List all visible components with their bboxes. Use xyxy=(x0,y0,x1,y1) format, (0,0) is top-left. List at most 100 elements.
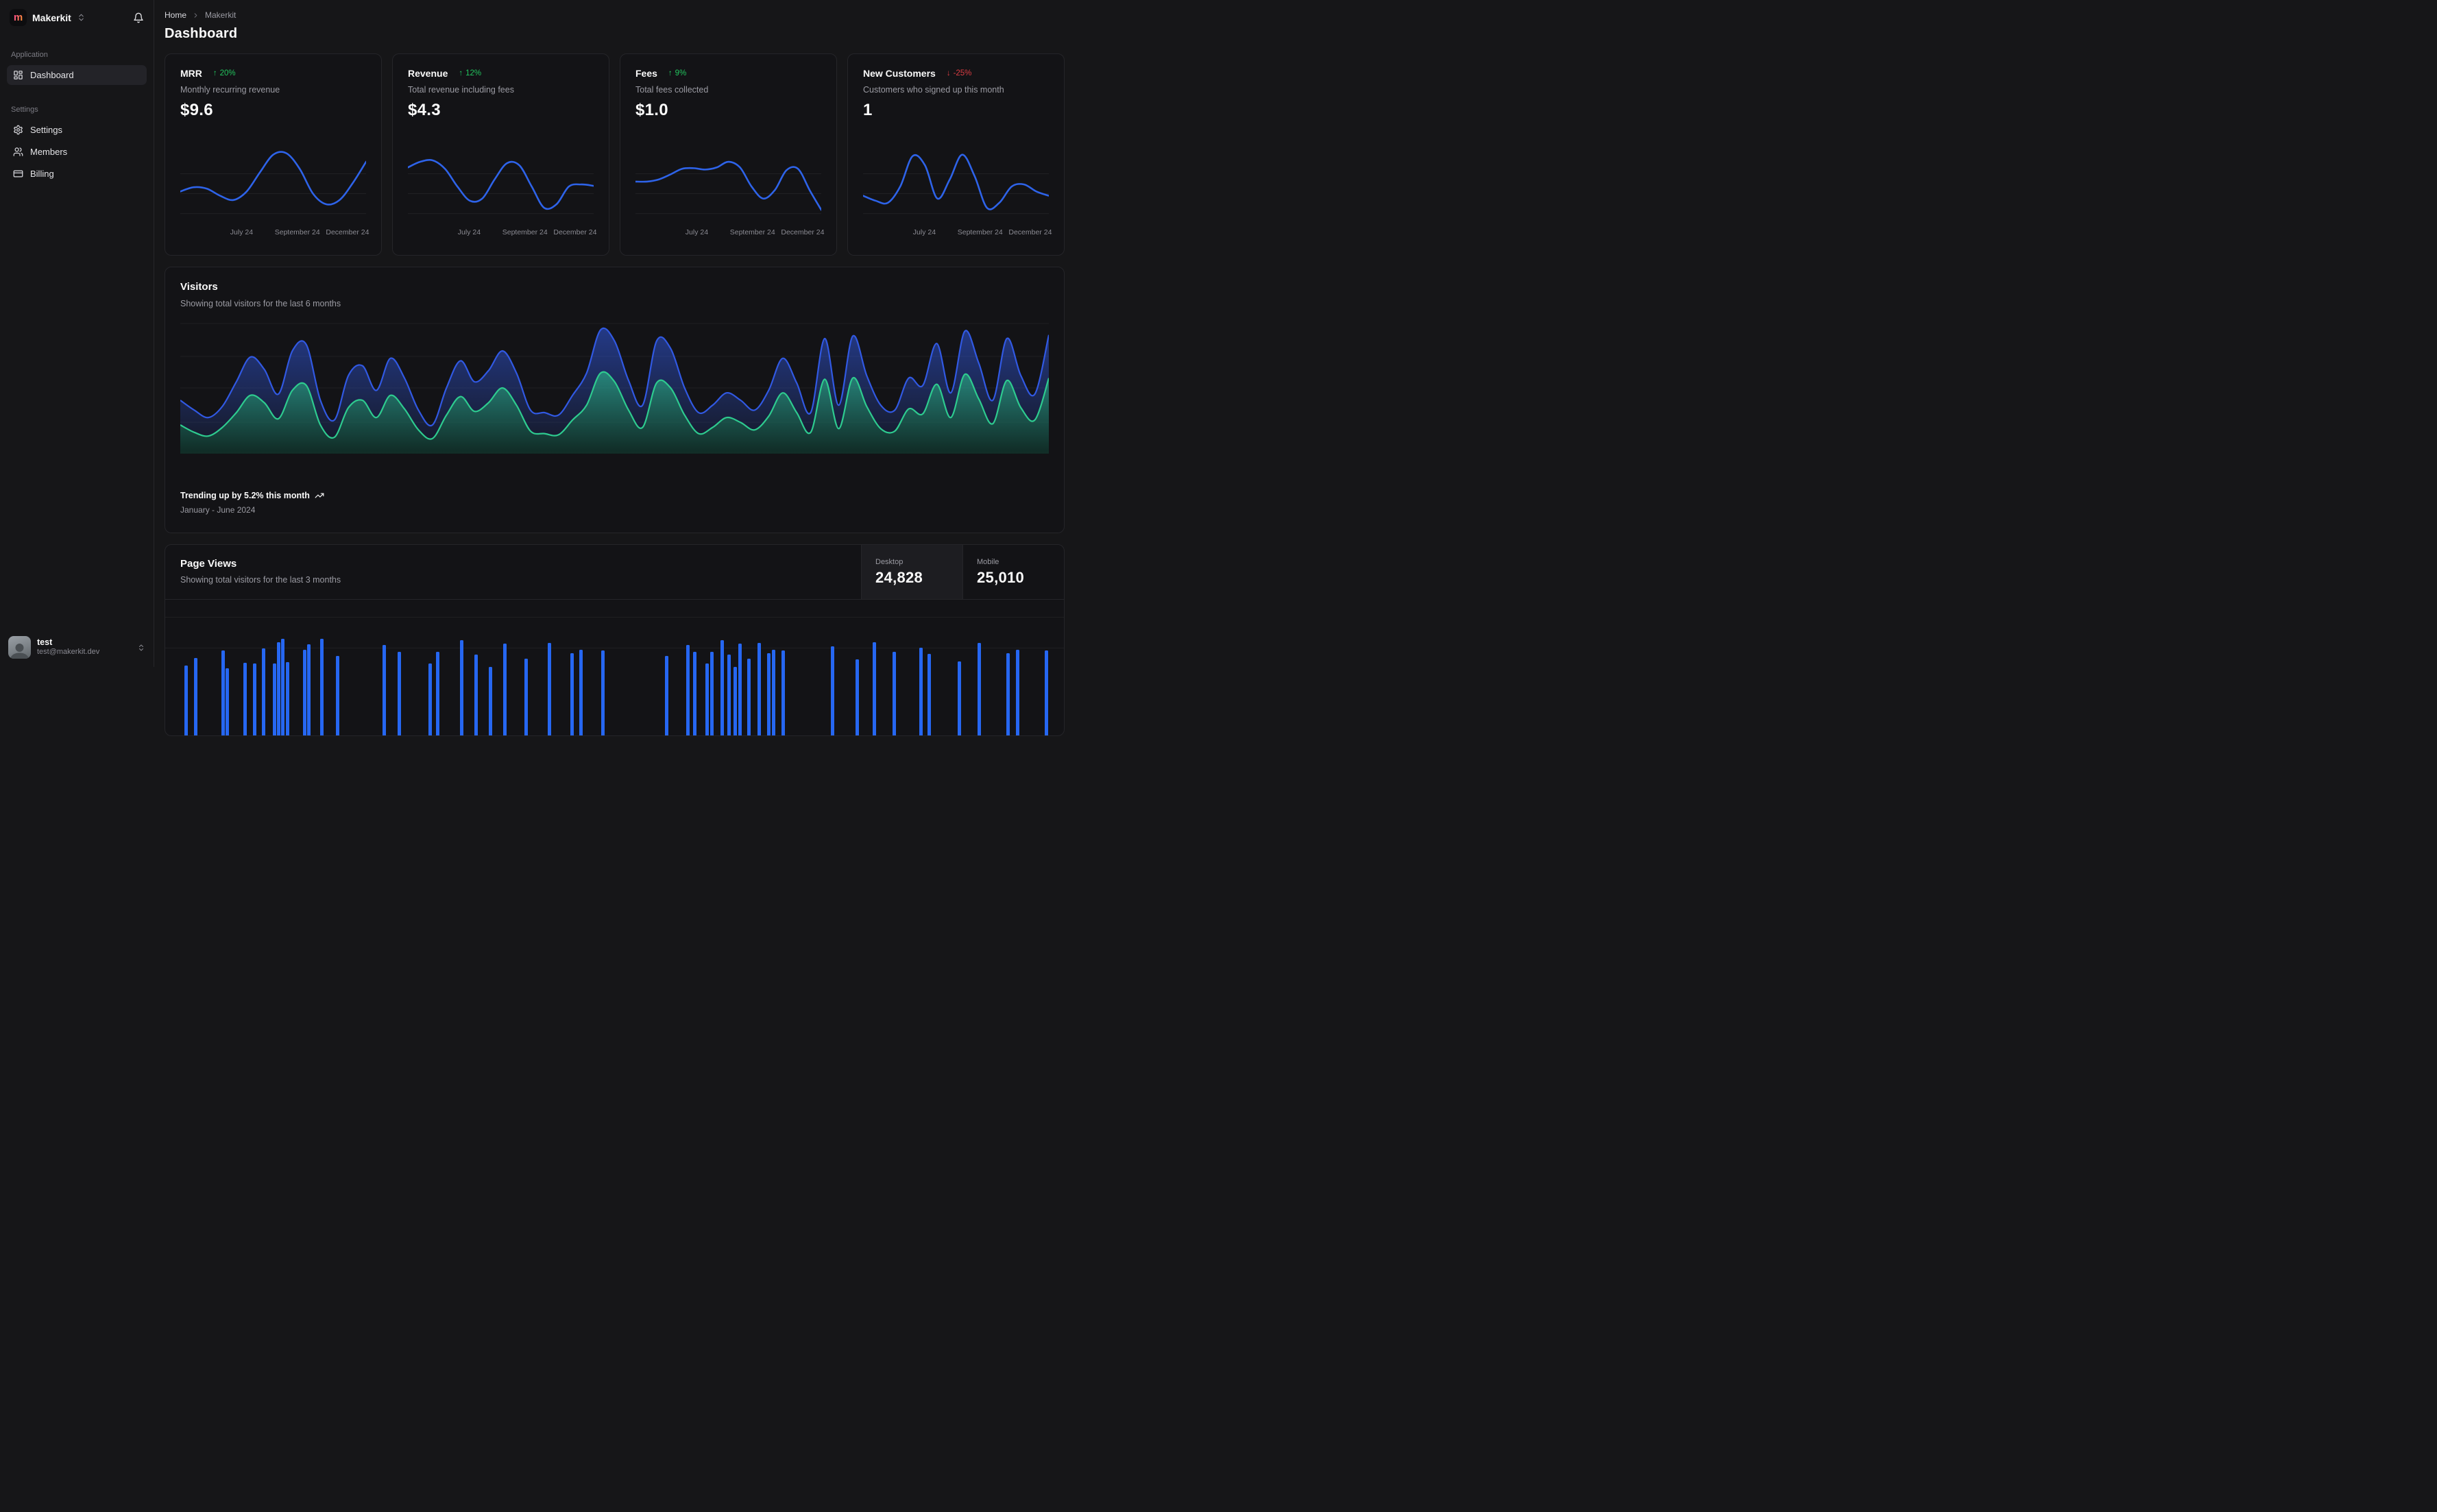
sidebar-item-label: Dashboard xyxy=(30,70,74,80)
page-views-bar-chart[interactable] xyxy=(165,600,1064,735)
bar xyxy=(194,658,197,735)
visitors-footer: Trending up by 5.2% this month January -… xyxy=(180,491,324,515)
users-icon xyxy=(13,147,23,157)
bar xyxy=(307,644,311,735)
stat-cards-row: MRR ↑ 20% Monthly recurring revenue $9.6 … xyxy=(165,53,1065,256)
visitors-trend-text: Trending up by 5.2% this month xyxy=(180,491,310,500)
page-title: Dashboard xyxy=(165,26,238,41)
trend-badge: ↑ 20% xyxy=(213,69,236,77)
toggle-desktop[interactable]: Desktop 24,828 xyxy=(861,545,962,599)
bar xyxy=(460,640,463,735)
bar xyxy=(383,645,386,735)
trend-badge: ↓ -25% xyxy=(946,69,972,77)
bar xyxy=(665,656,668,735)
stat-card-revenue: Revenue ↑ 12% Total revenue including fee… xyxy=(392,53,609,256)
stat-subtitle: Total revenue including fees xyxy=(408,85,514,95)
x-tick: July 24 xyxy=(457,228,481,236)
stat-subtitle: Customers who signed up this month xyxy=(863,85,1004,95)
breadcrumb-home-link[interactable]: Home xyxy=(165,10,186,20)
sidebar-item-members[interactable]: Members xyxy=(7,142,147,162)
workspace-selector[interactable]: m Makerkit xyxy=(0,0,154,26)
bar xyxy=(277,642,280,735)
stat-value: 1 xyxy=(863,101,873,119)
sidebar-item-label: Billing xyxy=(30,169,54,179)
bar xyxy=(601,650,605,735)
visitors-subtitle: Showing total visitors for the last 6 mo… xyxy=(180,299,341,308)
bar xyxy=(226,668,229,735)
visitors-date-range: January - June 2024 xyxy=(180,505,256,515)
bar xyxy=(710,652,714,735)
x-tick: July 24 xyxy=(685,228,709,236)
x-tick: July 24 xyxy=(230,228,254,236)
bar xyxy=(579,650,583,735)
chevrons-up-down-icon xyxy=(137,644,145,652)
stat-title: Fees xyxy=(635,68,657,79)
bar xyxy=(286,662,289,735)
user-menu[interactable]: test test@makerkit.dev xyxy=(0,628,154,667)
bar xyxy=(738,644,742,735)
page-views-title: Page Views xyxy=(180,558,237,570)
sparkline-chart xyxy=(862,142,1050,225)
stat-title: New Customers xyxy=(863,68,936,79)
x-tick: July 24 xyxy=(912,228,936,236)
sidebar-item-dashboard[interactable]: Dashboard xyxy=(7,65,147,85)
visitors-title: Visitors xyxy=(180,281,218,293)
arrow-up-icon: ↑ xyxy=(668,69,672,77)
toggle-mobile[interactable]: Mobile 25,010 xyxy=(962,545,1064,599)
bar xyxy=(772,650,775,735)
visitors-area-chart[interactable] xyxy=(180,322,1050,454)
bar xyxy=(1045,650,1048,735)
sparkline-x-labels: July 24 September 24 December 24 xyxy=(180,228,369,238)
main-content: Home Makerkit Dashboard MRR ↑ 20% Monthly… xyxy=(154,0,1075,736)
bar xyxy=(303,650,306,735)
notifications-bell-icon[interactable] xyxy=(133,12,144,23)
breadcrumb: Home Makerkit xyxy=(165,10,1065,20)
gear-icon xyxy=(13,125,23,135)
x-tick: December 24 xyxy=(781,228,825,236)
bar xyxy=(757,643,761,735)
nav-section-application: Application xyxy=(11,51,48,59)
bar xyxy=(1016,650,1019,735)
avatar xyxy=(8,636,31,659)
bar xyxy=(320,639,324,735)
sidebar-nav: Application Dashboard Settings Settings … xyxy=(0,26,154,186)
bar xyxy=(184,666,188,735)
bar xyxy=(253,663,256,735)
bar xyxy=(747,659,751,735)
bar xyxy=(281,639,284,735)
sparkline-x-labels: July 24 September 24 December 24 xyxy=(408,228,597,238)
x-tick: December 24 xyxy=(1008,228,1052,236)
bar xyxy=(1006,653,1010,735)
x-tick: December 24 xyxy=(553,228,597,236)
sidebar-item-settings[interactable]: Settings xyxy=(7,120,147,140)
bar xyxy=(262,648,265,735)
sparkline-chart xyxy=(179,142,367,225)
bar xyxy=(978,643,981,735)
stat-card-mrr: MRR ↑ 20% Monthly recurring revenue $9.6 … xyxy=(165,53,382,256)
user-name: test xyxy=(37,637,53,647)
trend-badge: ↑ 9% xyxy=(668,69,687,77)
bar xyxy=(686,645,690,735)
x-tick: September 24 xyxy=(274,228,320,236)
nav-section-settings: Settings xyxy=(11,106,38,114)
page-views-subtitle: Showing total visitors for the last 3 mo… xyxy=(180,575,341,585)
bar xyxy=(733,667,737,735)
bar xyxy=(727,655,731,735)
trend-badge: ↑ 12% xyxy=(459,69,482,77)
bar xyxy=(705,663,709,735)
arrow-up-icon: ↑ xyxy=(459,69,463,77)
bar xyxy=(489,667,492,735)
breadcrumb-current: Makerkit xyxy=(205,10,237,20)
stat-value: $9.6 xyxy=(180,101,213,119)
trending-up-icon xyxy=(315,491,324,500)
sparkline-chart xyxy=(407,142,595,225)
stat-subtitle: Total fees collected xyxy=(635,85,709,95)
x-tick: September 24 xyxy=(957,228,1003,236)
bar xyxy=(428,663,432,735)
bar xyxy=(503,644,507,735)
sparkline-x-labels: July 24 September 24 December 24 xyxy=(863,228,1052,238)
sidebar-item-billing[interactable]: Billing xyxy=(7,164,147,184)
makerkit-logo: m xyxy=(10,9,27,26)
sidebar-item-label: Settings xyxy=(30,125,62,135)
stat-subtitle: Monthly recurring revenue xyxy=(180,85,280,95)
